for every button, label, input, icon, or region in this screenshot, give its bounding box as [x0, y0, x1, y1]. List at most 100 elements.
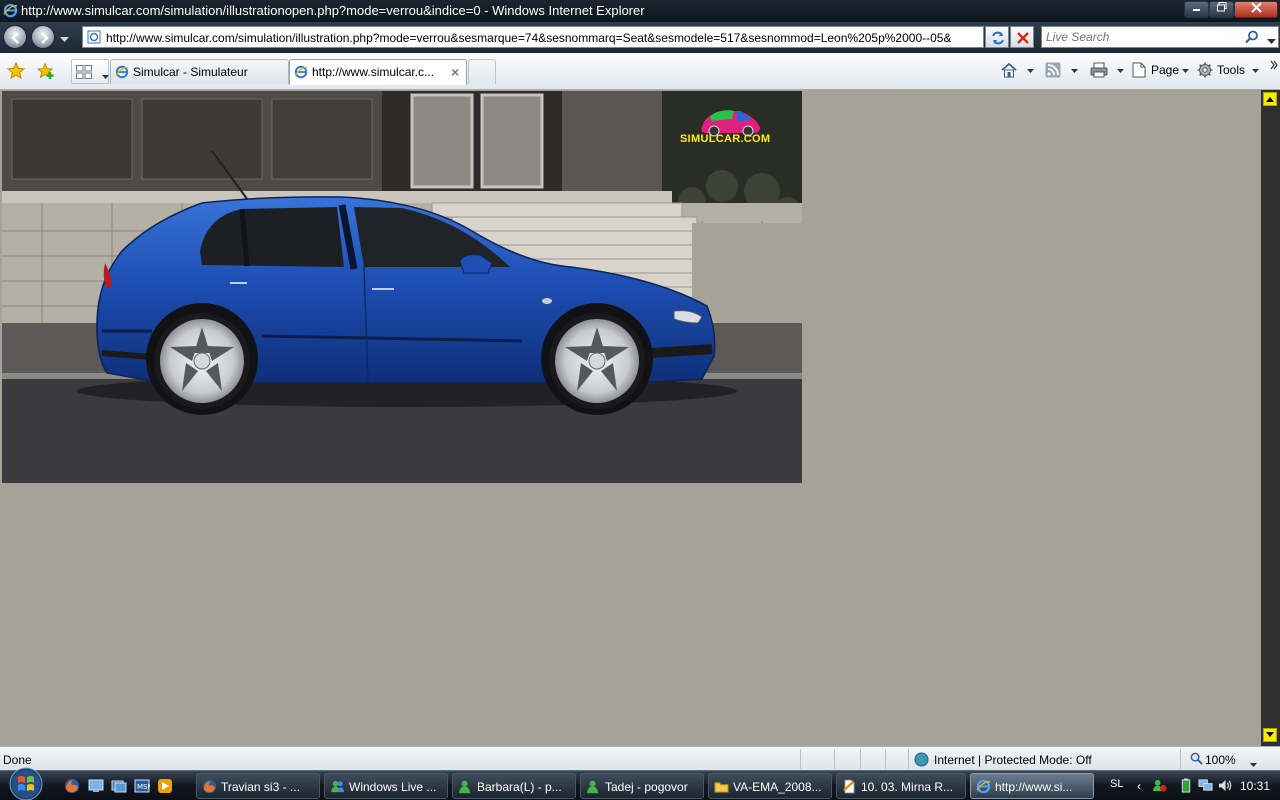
- live-search-box[interactable]: [1041, 26, 1279, 48]
- page-icon: [87, 30, 101, 47]
- messenger-icon: [330, 779, 345, 797]
- add-to-favorites-icon[interactable]: [36, 62, 55, 83]
- maximize-button[interactable]: [1209, 1, 1234, 18]
- home-icon: [1001, 62, 1017, 78]
- printer-icon: [1090, 62, 1108, 78]
- taskbar-item-label: 10. 03. Mirna R...: [861, 780, 954, 794]
- search-dropdown-icon[interactable]: [1267, 34, 1276, 48]
- taskbar-item-label: Barbara(L) - p...: [477, 780, 562, 794]
- battery-tray-icon[interactable]: [1180, 778, 1192, 796]
- close-tab-icon[interactable]: ×: [451, 64, 459, 80]
- window-title: http://www.simulcar.com/simulation/illus…: [21, 3, 645, 18]
- network-tray-icon[interactable]: [1198, 778, 1213, 796]
- messenger-icon: [458, 779, 473, 797]
- status-divider: [885, 749, 886, 769]
- status-divider: [1180, 749, 1181, 769]
- scroll-down-button[interactable]: [1263, 728, 1277, 742]
- taskbar-item-va-ema[interactable]: VA-EMA_2008...: [708, 773, 832, 799]
- tools-menu-button[interactable]: Tools: [1197, 61, 1261, 81]
- gear-icon: [1197, 62, 1213, 78]
- back-button[interactable]: [3, 25, 27, 49]
- tab-label: Simulcar - Simulateur: [133, 65, 248, 79]
- rss-feed-icon: [1045, 62, 1061, 78]
- search-input[interactable]: [1046, 30, 1236, 44]
- tools-menu-label: Tools: [1217, 63, 1246, 77]
- ie-icon: [115, 65, 129, 82]
- favorites-center-star-icon[interactable]: [6, 61, 26, 83]
- forward-button[interactable]: [31, 25, 55, 49]
- stop-button[interactable]: [1010, 26, 1034, 48]
- volume-tray-icon[interactable]: [1218, 778, 1233, 796]
- chevron-down-icon: [1266, 732, 1274, 737]
- tab-label: http://www.simulcar.c...: [312, 65, 435, 79]
- status-divider: [908, 749, 909, 769]
- title-bar: http://www.simulcar.com/simulation/illus…: [0, 0, 1280, 22]
- zoom-dropdown-icon[interactable]: [1250, 757, 1257, 771]
- svg-text:MSN: MSN: [137, 783, 150, 791]
- taskbar-item-internet-explorer[interactable]: http://www.si...: [970, 773, 1094, 799]
- status-divider: [800, 749, 801, 769]
- tab-simulcar-illustration[interactable]: http://www.simulcar.c... ×: [289, 59, 467, 85]
- taskbar-item-travian[interactable]: Travian si3 - ...: [196, 773, 320, 799]
- firefox-icon[interactable]: [64, 778, 80, 797]
- document-icon: [842, 779, 857, 797]
- folder-icon: [714, 779, 729, 797]
- switch-windows-icon[interactable]: [111, 778, 127, 797]
- page-menu-icon: [1132, 62, 1146, 78]
- stop-icon: [1017, 32, 1029, 44]
- firefox-icon: [202, 779, 217, 797]
- ie-icon: [294, 65, 308, 82]
- tab-simulcar-simulateur[interactable]: Simulcar - Simulateur: [110, 59, 289, 84]
- new-tab-button[interactable]: [468, 59, 496, 84]
- media-center-icon[interactable]: MSN: [134, 778, 153, 797]
- simulcar-logo-text: SIMULCAR.COM: [680, 133, 771, 145]
- taskbar-item-label: Windows Live ...: [349, 780, 437, 794]
- quick-tabs-button[interactable]: [71, 59, 109, 84]
- toolbar-chevron-icon[interactable]: [1270, 59, 1278, 73]
- address-field[interactable]: http://www.simulcar.com/simulation/illus…: [82, 26, 1059, 48]
- internet-globe-icon[interactable]: [914, 752, 929, 770]
- media-player-icon[interactable]: [157, 778, 173, 797]
- taskbar-item-label: VA-EMA_2008...: [733, 780, 822, 794]
- taskbar-item-windows-live[interactable]: Windows Live ...: [324, 773, 448, 799]
- quick-tabs-icon: [76, 65, 92, 79]
- system-clock[interactable]: 10:31: [1240, 779, 1270, 793]
- address-bar: http://www.simulcar.com/simulation/illus…: [0, 22, 1280, 53]
- taskbar-item-mirna[interactable]: 10. 03. Mirna R...: [836, 773, 966, 799]
- page-menu-button[interactable]: Page: [1131, 61, 1191, 81]
- taskbar-item-label: Tadej - pogovor: [605, 780, 688, 794]
- refresh-icon: [992, 31, 1004, 45]
- tab-bar: Simulcar - Simulateur http://www.simulca…: [0, 53, 1280, 90]
- home-button[interactable]: [1000, 61, 1036, 81]
- taskbar-item-label: Travian si3 - ...: [221, 780, 300, 794]
- taskbar-item-label: http://www.si...: [995, 780, 1073, 794]
- ie-icon: [976, 779, 991, 797]
- recent-pages-dropdown-icon[interactable]: [60, 32, 69, 46]
- feeds-button[interactable]: [1045, 61, 1081, 81]
- messenger-tray-icon[interactable]: [1152, 778, 1167, 796]
- chevron-up-icon: [1266, 97, 1274, 102]
- forward-arrow-icon: [41, 32, 49, 44]
- print-button[interactable]: [1090, 61, 1126, 81]
- ie-icon: [3, 3, 18, 21]
- vertical-scrollbar[interactable]: [1261, 90, 1280, 746]
- status-bar: Done Internet | Protected Mode: Off 100%: [0, 746, 1280, 770]
- refresh-button[interactable]: [985, 26, 1009, 48]
- scroll-up-button[interactable]: [1263, 92, 1277, 106]
- language-indicator[interactable]: SL: [1110, 778, 1123, 790]
- search-icon[interactable]: [1245, 30, 1259, 47]
- show-desktop-icon[interactable]: [88, 778, 104, 797]
- minimize-button[interactable]: [1184, 1, 1209, 18]
- taskbar-item-barbara[interactable]: Barbara(L) - p...: [452, 773, 576, 799]
- address-url: http://www.simulcar.com/simulation/illus…: [106, 31, 951, 45]
- zoom-level[interactable]: 100%: [1205, 753, 1236, 767]
- security-zone-text[interactable]: Internet | Protected Mode: Off: [934, 753, 1092, 767]
- close-button[interactable]: [1234, 1, 1278, 18]
- page-menu-label: Page: [1151, 63, 1180, 77]
- start-button-windows-icon[interactable]: [4, 766, 48, 800]
- taskbar-item-tadej[interactable]: Tadej - pogovor: [580, 773, 704, 799]
- status-text: Done: [3, 753, 32, 767]
- car-simulation-image: [2, 91, 802, 483]
- show-hidden-icons-chevron-icon[interactable]: ‹: [1137, 779, 1141, 793]
- zoom-magnifier-icon[interactable]: [1190, 752, 1203, 768]
